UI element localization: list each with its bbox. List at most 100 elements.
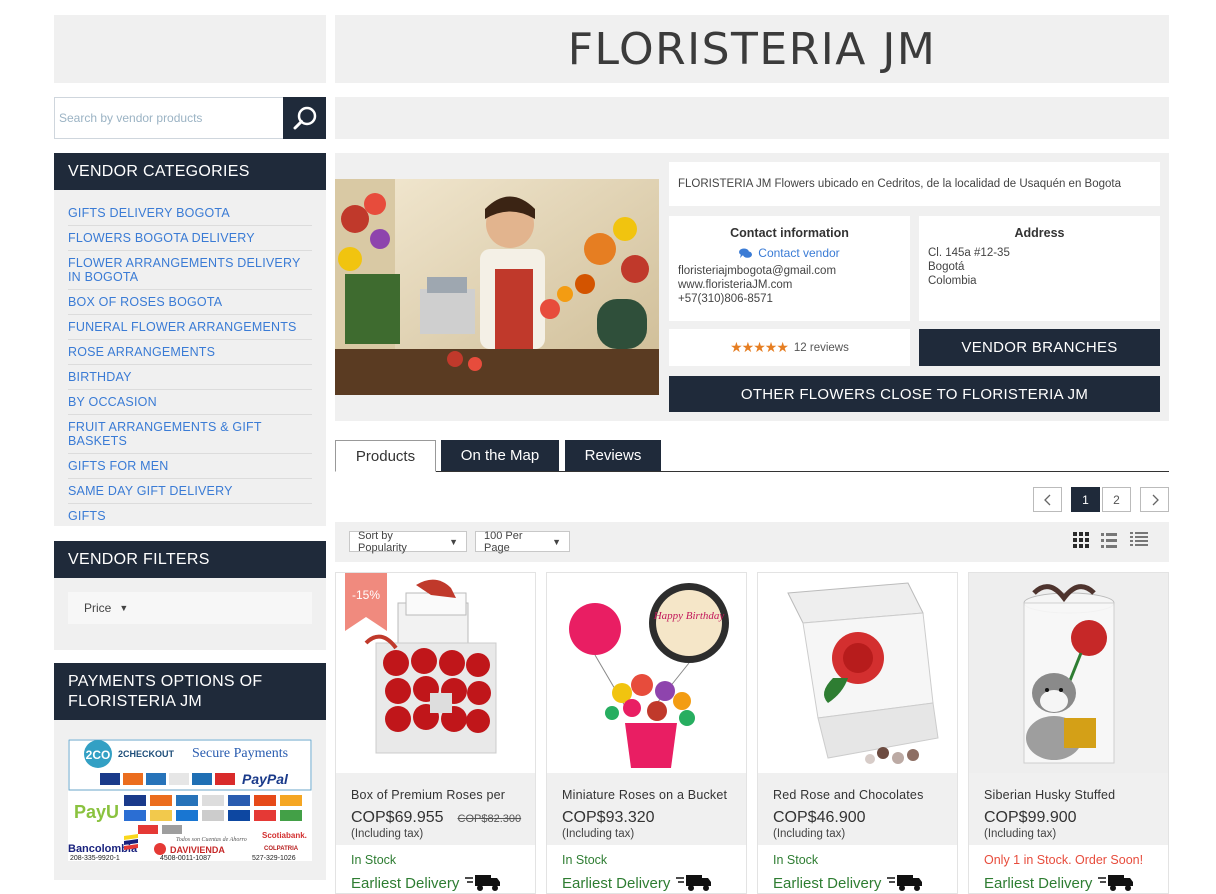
category-link[interactable]: GIFTS [68,504,312,528]
list-view-button[interactable] [1100,531,1122,551]
stock-status: In Stock [773,853,819,867]
product-name[interactable]: Siberian Husky Stuffed [984,788,1153,802]
vendor-branches-button[interactable]: VENDOR BRANCHES [919,329,1160,366]
caret-down-icon: ▼ [449,536,458,547]
contact-vendor-label: Contact vendor [758,246,840,260]
tab-on-the-map[interactable]: On the Map [441,440,559,471]
category-link[interactable]: FLOWER ARRANGEMENTS DELIVERY IN BOGOTA [68,251,312,290]
contact-vendor-link[interactable]: Contact vendor [678,246,901,260]
product-name[interactable]: Miniature Roses on a Bucket [562,788,731,802]
product-image[interactable] [969,573,1168,773]
discount-badge: -15% [345,573,387,631]
earliest-delivery-label: Earliest Delivery [773,874,882,892]
grid-view-button[interactable] [1072,531,1094,551]
stock-status: Only 1 in Stock. Order Soon! [984,853,1144,867]
chat-icon [739,248,753,258]
delivery-truck-icon [676,875,712,891]
delivery-truck-icon [887,875,923,891]
account-number: 4508-0011-1087 [160,855,211,861]
pagination-page[interactable]: 1 [1071,487,1100,512]
product-info: Box of Premium Roses per COP$69.955 COP$… [336,773,535,845]
caret-down-icon: ▼ [552,536,561,547]
product-name[interactable]: Box of Premium Roses per [351,788,520,802]
vendor-description: FLORISTERIA JM Flowers ubicado en Cedrit… [669,162,1160,206]
product-card[interactable]: Red Rose and Chocolates COP$46.900 (Incl… [757,572,958,894]
pagination-next-button[interactable] [1140,487,1169,512]
product-card[interactable]: Happy Birthday Miniature Roses on a Buck… [546,572,747,894]
product-info: Siberian Husky Stuffed COP$99.900 (Inclu… [969,773,1168,845]
pagination-page[interactable]: 2 [1102,487,1131,512]
product-card[interactable]: Siberian Husky Stuffed COP$99.900 (Inclu… [968,572,1169,894]
bank-accounts-note: Todos son Cuentas de Ahorro [176,837,247,843]
category-link[interactable]: FLOWERS BOGOTA DELIVERY [68,226,312,251]
price-filter-dropdown[interactable]: Price ▼ [68,592,312,624]
payment-options-heading: PAYMENTS OPTIONS OF FLORISTERIA JM [54,663,326,720]
category-link[interactable]: FUNERAL FLOWER ARRANGEMENTS [68,315,312,340]
address-line: Cl. 145a #12-35 [928,247,1010,259]
address-line: Bogotá [928,261,965,273]
price-filter-label: Price [84,601,112,615]
category-link[interactable]: BOX OF ROSES BOGOTA [68,290,312,315]
star-rating-icon: ★★★★★ [730,339,789,355]
address-line: Colombia [928,275,977,287]
category-link[interactable]: SAME DAY GIFT DELIVERY [68,479,312,504]
vendor-title-banner: FLORISTERIA JM [335,15,1169,83]
delivery-truck-icon [1098,875,1134,891]
category-link[interactable]: BIRTHDAY [68,365,312,390]
earliest-delivery: Earliest Delivery [562,873,712,893]
balloon-text: Happy Birthday [653,610,725,622]
product-info: Red Rose and Chocolates COP$46.900 (Incl… [758,773,957,845]
pagination-prev-button[interactable] [1033,487,1062,512]
vendor-website: www.floristeriaJM.com [678,279,793,291]
vendor-filters-heading: VENDOR FILTERS [54,541,326,578]
product-price: COP$46.900 [773,809,866,826]
tax-note: (Including tax) [351,828,424,840]
product-image[interactable]: Happy Birthday [547,573,746,773]
reviews-count: 12 reviews [793,341,849,354]
detail-view-button[interactable] [1129,531,1151,551]
breadcrumb-bar [335,97,1169,139]
2checkout-label: 2CHECKOUT [118,749,175,759]
category-link[interactable]: FRUIT ARRANGEMENTS & GIFT BASKETS [68,415,312,454]
product-price: COP$99.900 [984,809,1077,826]
contact-information-card: Contact information Contact vendor flori… [669,216,910,321]
payu-label: PayU [74,802,119,822]
secure-payments-label: Secure Payments [192,746,288,761]
2co-logo-text: 2CO [86,748,111,762]
chevron-right-icon [1152,494,1159,505]
product-image[interactable] [758,573,957,773]
content-tabs: Products On the Map Reviews [335,440,1169,472]
search-input[interactable] [54,97,284,139]
tab-reviews[interactable]: Reviews [565,440,661,471]
chevron-left-icon [1043,494,1050,505]
category-link[interactable]: BY OCCASION [68,390,312,415]
category-link[interactable]: GIFTS DELIVERY BOGOTA [68,201,312,226]
colpatria-label: COLPATRIA [264,846,299,852]
category-link[interactable]: GIFTS FOR MEN [68,454,312,479]
category-link[interactable]: ROSE ARRANGEMENTS [68,340,312,365]
tax-note: (Including tax) [984,828,1057,840]
logo-area [54,15,326,83]
address-card: Address Cl. 145a #12-35 Bogotá Colombia [919,216,1160,321]
earliest-delivery: Earliest Delivery [773,873,923,893]
product-name[interactable]: Red Rose and Chocolates [773,788,942,802]
earliest-delivery-label: Earliest Delivery [984,874,1093,892]
search-button[interactable] [283,97,326,139]
per-page-select-value: 100 Per Page [484,529,523,554]
product-card[interactable]: -15% Box of Premium Roses per COP$69.955… [335,572,536,894]
per-page-select[interactable]: 100 Per Page ▼ [475,529,570,554]
discount-label: -15% [352,588,380,602]
product-old-price: COP$82.300 [457,813,522,825]
sort-select[interactable]: Sort by Popularity ▼ [349,529,467,554]
sort-select-value: Sort by Popularity [358,529,407,554]
address-title: Address [1014,226,1065,240]
tab-products[interactable]: Products [335,440,436,472]
contact-title: Contact information [730,226,849,240]
vendor-filters-panel: Price ▼ [54,578,326,650]
stock-status: In Stock [351,853,397,867]
other-flowers-button[interactable]: OTHER FLOWERS CLOSE TO FLORISTERIA JM [669,376,1160,412]
payment-methods-image: 2CO 2CHECKOUT Secure Payments PayPal Pay… [68,739,312,861]
vendor-rating[interactable]: ★★★★★ 12 reviews [669,329,910,366]
vendor-email: floristeriajmbogota@gmail.com [678,265,837,277]
davivienda-label: DAVIVIENDA [170,845,225,855]
